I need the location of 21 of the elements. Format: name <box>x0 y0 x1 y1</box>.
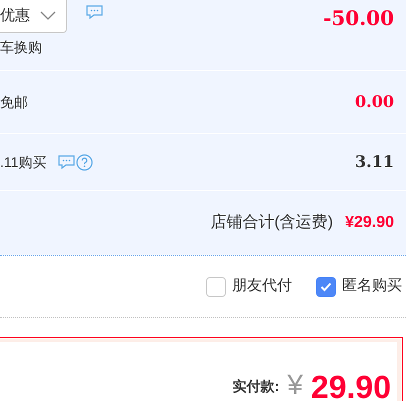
store-total-label: 店铺合计(含运费) <box>210 212 334 233</box>
promotion-note: 车换购 <box>0 38 43 57</box>
checkbox[interactable] <box>206 276 226 296</box>
chat-icon[interactable] <box>86 5 103 20</box>
chevron-down-icon <box>40 11 56 21</box>
currency-symbol: ¥ <box>287 371 303 399</box>
chat-icon[interactable] <box>58 154 76 170</box>
help-icon[interactable] <box>76 154 94 170</box>
checkbox-option[interactable]: 匿名购买 <box>316 275 402 298</box>
store-total-amount: ¥29.90 <box>345 213 394 233</box>
promotion-label: .11购买 <box>0 152 46 172</box>
check-icon <box>320 282 332 292</box>
promotion-dropdown[interactable]: 优惠 <box>0 0 67 33</box>
checkbox[interactable] <box>316 276 336 296</box>
payment-amount: 29.90 <box>310 371 391 401</box>
promotion-label: 免邮 <box>0 92 28 112</box>
discount-amount: 3.11 <box>355 152 394 170</box>
payment-label: 实付款: <box>232 377 280 396</box>
discount-amount: -50.00 <box>323 6 394 30</box>
checkbox-option[interactable]: 朋友代付 <box>206 275 292 298</box>
discount-amount: 0.00 <box>355 92 394 110</box>
